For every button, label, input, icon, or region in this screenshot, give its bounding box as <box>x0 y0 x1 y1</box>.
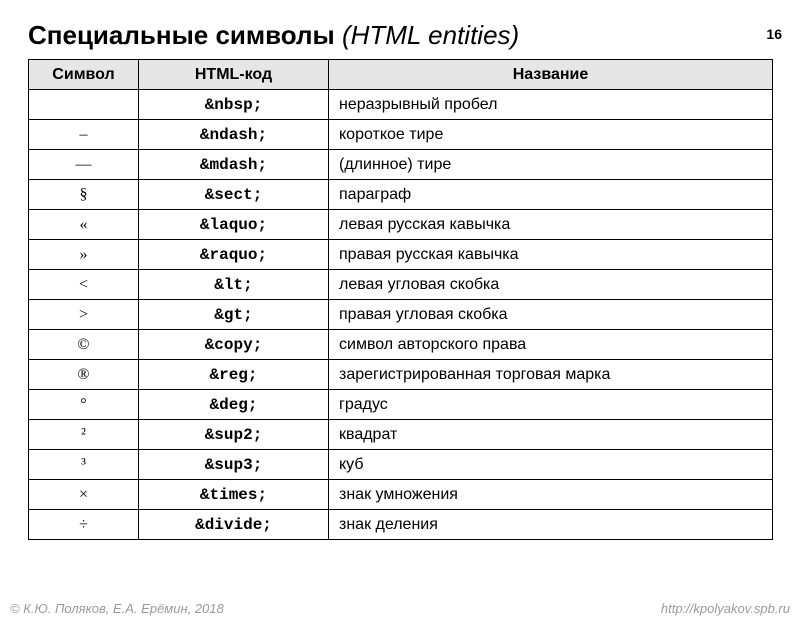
cell-name: (длинное) тире <box>329 150 773 180</box>
cell-code: &divide; <box>139 510 329 540</box>
table-row: >&gt;правая угловая скобка <box>29 300 773 330</box>
cell-code: &mdash; <box>139 150 329 180</box>
cell-symbol: ² <box>29 420 139 450</box>
cell-code: &laquo; <box>139 210 329 240</box>
table-row: –&ndash;короткое тире <box>29 120 773 150</box>
cell-symbol: ® <box>29 360 139 390</box>
table-row: ÷&divide;знак деления <box>29 510 773 540</box>
cell-symbol <box>29 90 139 120</box>
cell-name: короткое тире <box>329 120 773 150</box>
entities-table: Символ HTML-код Название &nbsp;неразрывн… <box>28 59 773 540</box>
cell-symbol: ° <box>29 390 139 420</box>
table-row: ©&copy;символ авторского права <box>29 330 773 360</box>
table-row: ×&times;знак умножения <box>29 480 773 510</box>
cell-code: &lt; <box>139 270 329 300</box>
title-italic: (HTML entities) <box>335 20 519 50</box>
cell-code: &gt; <box>139 300 329 330</box>
col-header-symbol: Символ <box>29 60 139 90</box>
cell-code: &sup2; <box>139 420 329 450</box>
cell-symbol: ³ <box>29 450 139 480</box>
cell-symbol: § <box>29 180 139 210</box>
footer: © К.Ю. Поляков, Е.А. Ерёмин, 2018 http:/… <box>0 601 800 616</box>
table-row: ®&reg;зарегистрированная торговая марка <box>29 360 773 390</box>
cell-code: &nbsp; <box>139 90 329 120</box>
cell-symbol: > <box>29 300 139 330</box>
cell-code: &raquo; <box>139 240 329 270</box>
table-row: ³&sup3;куб <box>29 450 773 480</box>
page-number: 16 <box>766 26 782 42</box>
table-row: »&raquo;правая русская кавычка <box>29 240 773 270</box>
cell-code: &copy; <box>139 330 329 360</box>
col-header-name: Название <box>329 60 773 90</box>
cell-name: правая русская кавычка <box>329 240 773 270</box>
cell-code: &times; <box>139 480 329 510</box>
cell-name: неразрывный пробел <box>329 90 773 120</box>
cell-symbol: « <box>29 210 139 240</box>
table-row: °&deg;градус <box>29 390 773 420</box>
cell-symbol: < <box>29 270 139 300</box>
cell-code: &ndash; <box>139 120 329 150</box>
title-bold: Специальные символы <box>28 20 335 50</box>
cell-symbol: — <box>29 150 139 180</box>
table-row: «&laquo;левая русская кавычка <box>29 210 773 240</box>
cell-name: правая угловая скобка <box>329 300 773 330</box>
page-title: Специальные символы (HTML entities) <box>28 20 800 51</box>
cell-name: куб <box>329 450 773 480</box>
table-row: &nbsp;неразрывный пробел <box>29 90 773 120</box>
cell-name: параграф <box>329 180 773 210</box>
cell-symbol: © <box>29 330 139 360</box>
table-row: <&lt;левая угловая скобка <box>29 270 773 300</box>
cell-name: левая русская кавычка <box>329 210 773 240</box>
cell-name: знак деления <box>329 510 773 540</box>
cell-name: символ авторского права <box>329 330 773 360</box>
cell-name: градус <box>329 390 773 420</box>
cell-symbol: – <box>29 120 139 150</box>
cell-code: &deg; <box>139 390 329 420</box>
cell-code: &reg; <box>139 360 329 390</box>
cell-name: знак умножения <box>329 480 773 510</box>
col-header-code: HTML-код <box>139 60 329 90</box>
cell-name: зарегистрированная торговая марка <box>329 360 773 390</box>
table-row: —&mdash;(длинное) тире <box>29 150 773 180</box>
footer-copyright: © К.Ю. Поляков, Е.А. Ерёмин, 2018 <box>10 601 224 616</box>
table-row: ²&sup2;квадрат <box>29 420 773 450</box>
cell-name: левая угловая скобка <box>329 270 773 300</box>
cell-name: квадрат <box>329 420 773 450</box>
table-header-row: Символ HTML-код Название <box>29 60 773 90</box>
cell-symbol: » <box>29 240 139 270</box>
footer-url: http://kpolyakov.spb.ru <box>661 601 790 616</box>
cell-code: &sect; <box>139 180 329 210</box>
table-row: §&sect;параграф <box>29 180 773 210</box>
cell-symbol: ÷ <box>29 510 139 540</box>
cell-code: &sup3; <box>139 450 329 480</box>
cell-symbol: × <box>29 480 139 510</box>
